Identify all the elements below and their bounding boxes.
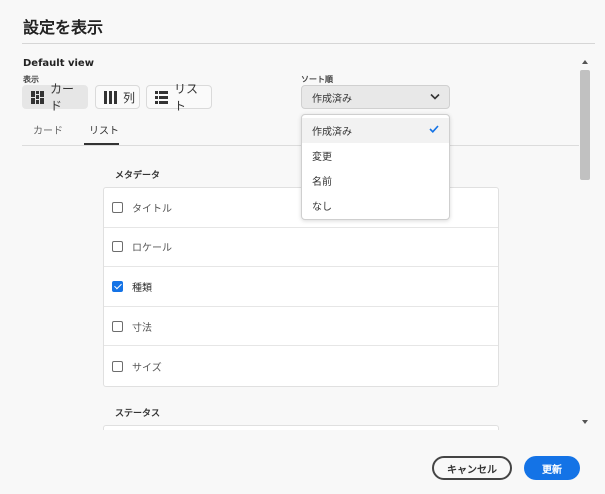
metadata-item-type[interactable]: 種類	[104, 267, 498, 307]
chevron-down-icon	[430, 92, 440, 103]
view-toggle-card-label: カード	[50, 82, 75, 113]
sort-order-label: ソート順	[301, 75, 333, 84]
menu-item-label: なし	[312, 202, 332, 213]
metadata-item-dimensions[interactable]: 寸法	[104, 307, 498, 347]
tab-card[interactable]: カード	[33, 122, 63, 145]
view-toggle-columns[interactable]: 列	[95, 85, 140, 109]
sort-order-dropdown-menu: 作成済み 変更 名前 なし	[301, 114, 450, 220]
checkbox[interactable]	[112, 201, 123, 213]
view-toggle-columns-label: 列	[123, 90, 136, 105]
view-toggle-list-label: リスト	[174, 82, 199, 113]
display-label: 表示	[23, 75, 39, 84]
settings-scroll-area: Default view 表示 ソート順 カード 列 リスト 作成済み カード …	[0, 46, 579, 430]
scroll-up-arrow-icon[interactable]	[582, 60, 588, 64]
metadata-item-label: タイトル	[132, 203, 172, 215]
grid-icon	[31, 90, 44, 104]
status-list	[103, 425, 499, 430]
menu-item-modified[interactable]: 変更	[302, 143, 449, 168]
dialog-title: 設定を表示	[23, 18, 104, 37]
columns-icon	[104, 90, 117, 104]
title-divider	[22, 43, 595, 44]
metadata-item-label: 寸法	[132, 322, 152, 334]
menu-item-name[interactable]: 名前	[302, 168, 449, 193]
checkbox-checked[interactable]	[112, 280, 123, 292]
checkmark-icon	[429, 125, 439, 136]
sort-order-value: 作成済み	[312, 93, 352, 105]
metadata-item-size[interactable]: サイズ	[104, 346, 498, 386]
tab-active-indicator	[84, 143, 119, 145]
cancel-button[interactable]: キャンセル	[432, 456, 512, 480]
menu-item-label: 名前	[312, 177, 332, 188]
list-icon	[155, 90, 168, 104]
menu-item-created[interactable]: 作成済み	[302, 118, 449, 143]
scroll-down-arrow-icon[interactable]	[582, 420, 588, 424]
metadata-heading: メタデータ	[115, 171, 161, 181]
default-view-heading: Default view	[23, 58, 94, 69]
menu-item-none[interactable]: なし	[302, 193, 449, 218]
scroll-thumb[interactable]	[580, 70, 590, 180]
tab-list[interactable]: リスト	[89, 122, 119, 145]
scrollbar[interactable]	[579, 58, 591, 426]
view-toggle-card[interactable]: カード	[22, 82, 88, 113]
metadata-item-label: 種類	[132, 282, 152, 294]
checkbox[interactable]	[112, 360, 123, 372]
update-button[interactable]: 更新	[524, 456, 580, 480]
status-heading: ステータス	[115, 409, 161, 419]
metadata-item-label: サイズ	[132, 362, 162, 374]
menu-item-label: 作成済み	[312, 127, 352, 138]
menu-item-label: 変更	[312, 152, 332, 163]
sort-order-select[interactable]: 作成済み	[301, 85, 450, 109]
metadata-item-label: ロケール	[132, 243, 172, 255]
checkbox[interactable]	[112, 320, 123, 332]
checkbox[interactable]	[112, 241, 123, 253]
metadata-item-locale[interactable]: ロケール	[104, 228, 498, 268]
view-toggle-list[interactable]: リスト	[146, 82, 212, 113]
